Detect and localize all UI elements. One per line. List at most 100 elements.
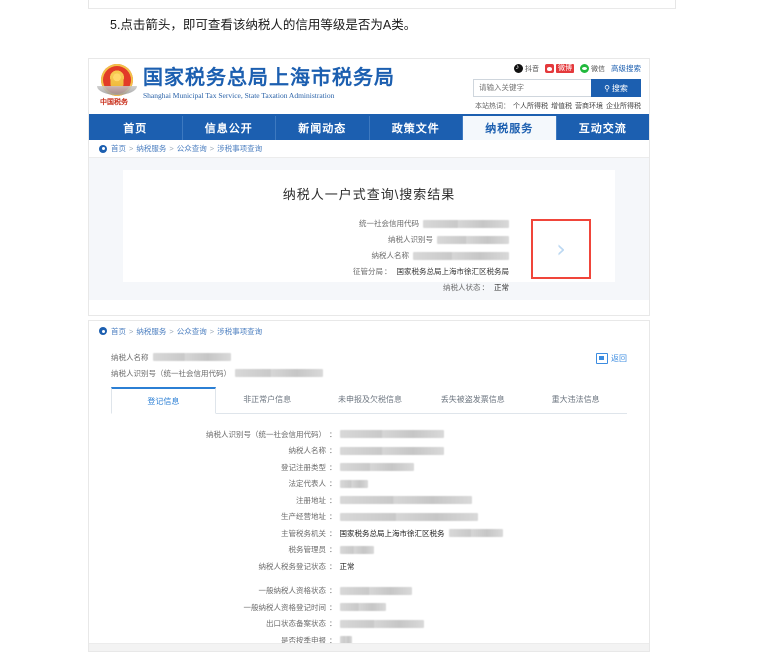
nav-item-news[interactable]: 新闻动态 bbox=[276, 116, 370, 140]
redacted-value bbox=[339, 430, 444, 438]
nav-item-policy-documents[interactable]: 政策文件 bbox=[370, 116, 463, 140]
nav-item-interaction[interactable]: 互动交流 bbox=[557, 116, 650, 140]
redacted-value bbox=[339, 512, 478, 521]
hotword-2[interactable]: 营商环境 bbox=[575, 103, 603, 110]
redacted-value bbox=[339, 586, 412, 595]
redacted-value bbox=[339, 446, 444, 455]
breadcrumb-item-0[interactable]: 首页 bbox=[111, 143, 126, 154]
national-emblem-icon: 中国税务 bbox=[97, 64, 137, 108]
social-links: 抖音 微博 微信 高级搜索 bbox=[473, 62, 641, 75]
detail-body: 纳税人名称 纳税人识别号（统一社会信用代码） 返回 登记信息 非正常户信息 未申… bbox=[89, 341, 649, 651]
detail-colon: ： bbox=[329, 479, 337, 488]
back-button[interactable]: 返回 bbox=[596, 353, 627, 364]
search-input[interactable] bbox=[473, 79, 591, 97]
hotwords-row: 本站热词： 个人所得税 增值税 营商环境 企业所得税 bbox=[473, 101, 641, 111]
breadcrumb2-item-2[interactable]: 公众查询 bbox=[177, 326, 207, 337]
site-title-cn: 国家税务总局上海市税务局 bbox=[143, 65, 395, 89]
search-icon: ⚲ bbox=[604, 83, 610, 93]
detail-colon: ： bbox=[329, 446, 337, 455]
breadcrumb-sep: > bbox=[169, 144, 174, 153]
advanced-search-link[interactable]: 高级搜索 bbox=[611, 63, 641, 74]
breadcrumb2-item-0[interactable]: 首页 bbox=[111, 326, 126, 337]
redacted-value bbox=[339, 603, 386, 611]
header-label-taxpayer-id: 纳税人识别号（统一社会信用代码） bbox=[111, 368, 231, 378]
panel-title: 纳税人一户式查询\搜索结果 bbox=[282, 187, 456, 202]
tab-registration-info[interactable]: 登记信息 bbox=[111, 387, 216, 414]
detail-value-competent-tax-authority: 国家税务总局上海市徐汇区税务 bbox=[339, 528, 445, 538]
breadcrumb: 首页 > 纳税服务 > 公众查询 > 涉税事项查询 bbox=[89, 140, 649, 158]
breadcrumb-sep: > bbox=[129, 144, 134, 153]
tab-undeclared-arrears-info[interactable]: 未申报及欠税信息 bbox=[319, 387, 422, 413]
weibo-link[interactable]: 微博 bbox=[545, 64, 574, 73]
nav-item-tax-services[interactable]: 纳税服务 bbox=[463, 116, 557, 140]
detail-row: 一般纳税人资格状态 ： bbox=[111, 585, 627, 597]
result-inner: 统一社会信用代码 纳税人识别号 纳税人名称 征管分局 ： 国家税务总局上海市徐汇… bbox=[123, 217, 615, 297]
breadcrumb-item-1[interactable]: 纳税服务 bbox=[136, 143, 166, 154]
breadcrumb2-item-3: 涉税事项查询 bbox=[217, 326, 263, 336]
detail-label-general-taxpayer-reg-time: 一般纳税人资格登记时间 bbox=[243, 602, 327, 612]
search-result-card: 纳税人一户式查询\搜索结果 统一社会信用代码 纳税人识别号 纳税人名称 征管分局… bbox=[123, 170, 615, 292]
detail-value-registration-status: 正常 bbox=[339, 561, 355, 571]
location-pin-icon bbox=[99, 327, 107, 335]
redacted-value bbox=[152, 353, 231, 361]
detail-label-legal-representative: 法定代表人 bbox=[288, 479, 327, 488]
weibo-label: 微博 bbox=[556, 64, 574, 73]
breadcrumb2-item-1[interactable]: 纳税服务 bbox=[136, 326, 166, 337]
breadcrumb-sep: > bbox=[209, 326, 215, 336]
redacted-value bbox=[339, 619, 424, 628]
site-header: 中国税务 国家税务总局上海市税务局 Shanghai Municipal Tax… bbox=[89, 59, 649, 114]
douyin-link[interactable]: 抖音 bbox=[514, 63, 539, 74]
detail-row: 纳税人名称 ： bbox=[111, 445, 627, 457]
page-root: 5.点击箭头，即可查看该纳税人的信用等级是否为A类。 中国税务 国家税务总局上海… bbox=[0, 0, 762, 653]
header-label-taxpayer-name: 纳税人名称 bbox=[111, 352, 149, 362]
field-value-admin-bureau: 国家税务总局上海市徐汇区税务局 bbox=[396, 267, 510, 276]
hotword-3[interactable]: 企业所得税 bbox=[606, 103, 641, 110]
search-button[interactable]: ⚲ 搜索 bbox=[591, 79, 641, 97]
field-row: 纳税人状态 ： 正常 bbox=[147, 281, 513, 294]
breadcrumb-item-2[interactable]: 公众查询 bbox=[177, 143, 207, 154]
field-label-taxpayer-name: 纳税人名称 bbox=[371, 251, 410, 260]
detail-label-taxpayer-name: 纳税人名称 bbox=[288, 446, 327, 455]
nav-item-info-disclosure[interactable]: 信息公开 bbox=[183, 116, 276, 140]
detail-colon: ： bbox=[329, 602, 337, 612]
breadcrumb-2: 首页 > 纳税服务 > 公众查询 > 涉税事项查询 bbox=[89, 321, 649, 341]
field-value-taxpayer-status: 正常 bbox=[494, 283, 509, 292]
nav-item-home[interactable]: 首页 bbox=[89, 116, 183, 140]
detail-colon: ： bbox=[329, 561, 337, 571]
instruction-text: 5.点击箭头，即可查看该纳税人的信用等级是否为A类。 bbox=[110, 18, 417, 32]
field-row: 纳税人名称 bbox=[147, 249, 513, 262]
tab-lost-stolen-invoice-info[interactable]: 丢失被盗发票信息 bbox=[421, 387, 524, 413]
detail-arrow-button[interactable]: › bbox=[531, 219, 591, 279]
detail-header: 纳税人名称 纳税人识别号（统一社会信用代码） 返回 bbox=[111, 351, 627, 381]
hotwords-label: 本站热词： bbox=[475, 103, 510, 110]
header-field-row: 纳税人名称 bbox=[111, 351, 627, 363]
detail-row: 纳税人税务登记状态 ： 正常 bbox=[111, 560, 627, 572]
hotword-0[interactable]: 个人所得税 bbox=[513, 103, 548, 110]
redacted-value bbox=[235, 369, 323, 377]
wechat-link[interactable]: 微信 bbox=[580, 64, 605, 74]
back-icon bbox=[596, 353, 608, 364]
detail-row: 主管税务机关 ： 国家税务总局上海市徐汇区税务 bbox=[111, 527, 627, 539]
breadcrumb-sep: > bbox=[129, 326, 134, 336]
detail-colon: ： bbox=[329, 545, 337, 554]
main-nav: 首页 信息公开 新闻动态 政策文件 纳税服务 互动交流 bbox=[89, 114, 649, 140]
detail-colon: ： bbox=[329, 528, 337, 538]
breadcrumb-sep: > bbox=[209, 144, 215, 153]
field-label-taxpayer-status: 纳税人状态 bbox=[443, 283, 481, 292]
detail-row: 注册地址 ： bbox=[111, 494, 627, 506]
tab-abnormal-status-info[interactable]: 非正常户信息 bbox=[216, 387, 319, 413]
redacted-value bbox=[423, 219, 509, 228]
field-colon: ： bbox=[481, 283, 490, 292]
detail-row: 生产经营地址 ： bbox=[111, 511, 627, 523]
detail-label-tax-administrator: 税务管理员 bbox=[288, 545, 327, 554]
hotword-1[interactable]: 增值税 bbox=[551, 103, 572, 110]
header-right: 抖音 微博 微信 高级搜索 ⚲ 搜索 bbox=[473, 62, 641, 111]
search-result-body: 纳税人一户式查询\搜索结果 统一社会信用代码 纳税人识别号 纳税人名称 征管分局… bbox=[89, 158, 649, 300]
redacted-value bbox=[339, 463, 414, 471]
field-row: 征管分局 ： 国家税务总局上海市徐汇区税务局 bbox=[147, 265, 513, 278]
detail-colon: ： bbox=[329, 512, 337, 521]
detail-label-registered-address: 注册地址 bbox=[296, 495, 326, 505]
redacted-value bbox=[339, 496, 472, 504]
douyin-label: 抖音 bbox=[525, 65, 539, 73]
tab-major-violation-info[interactable]: 重大违法信息 bbox=[524, 387, 627, 413]
